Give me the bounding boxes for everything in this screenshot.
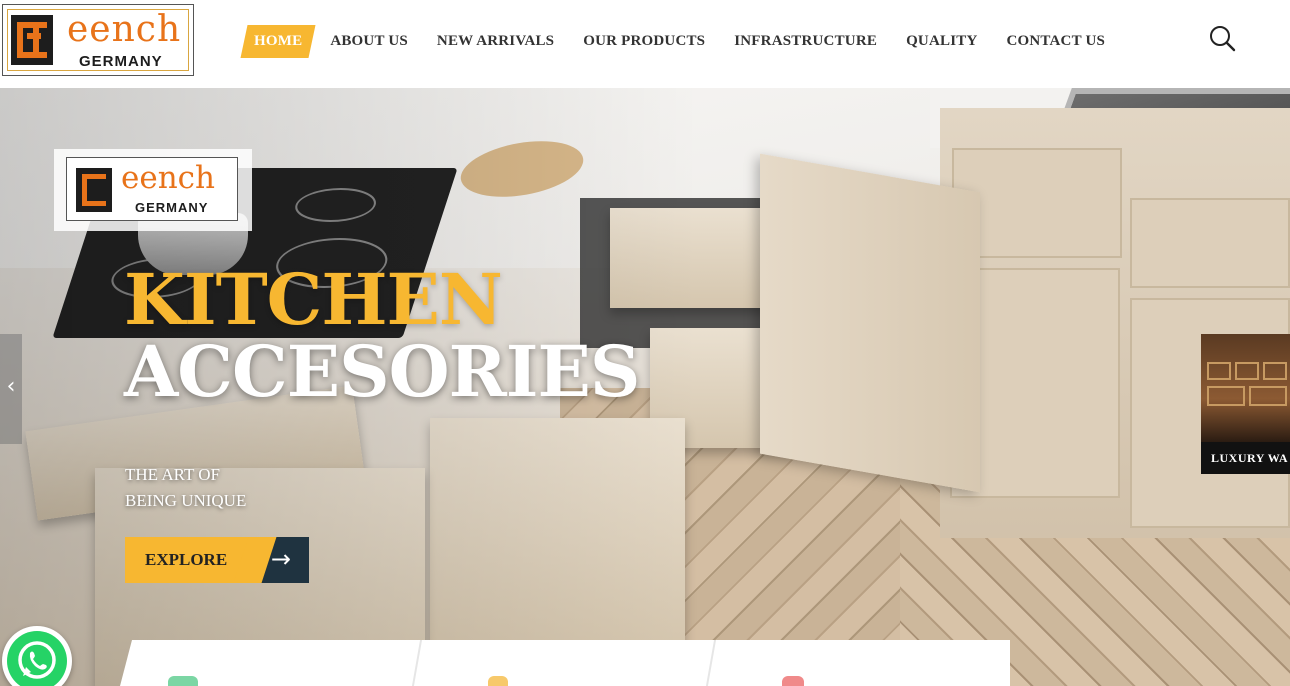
hero-slider: eench GERMANY KITCHEN ACCESORIES THE ART… (0, 88, 1290, 686)
explore-button-label: EXPLORE (125, 537, 255, 583)
hero-tagline-line2: BEING UNIQUE (125, 491, 247, 510)
nav-contact-us[interactable]: CONTACT US (1006, 33, 1105, 50)
feature-icon (782, 676, 804, 686)
feature-icon (168, 676, 198, 686)
next-slide-image (1201, 334, 1290, 442)
nav-infrastructure[interactable]: INFRASTRUCTURE (734, 33, 877, 50)
slider-next-thumbnail[interactable]: LUXURY WA (1201, 334, 1290, 474)
nav-home-label: HOME (254, 32, 303, 49)
whatsapp-chat-button[interactable] (2, 626, 72, 686)
logo-mark-icon (11, 15, 53, 65)
whatsapp-icon (7, 631, 67, 686)
hero-tagline: THE ART OF BEING UNIQUE (125, 462, 246, 514)
features-divider (411, 640, 423, 686)
nav-about-us[interactable]: ABOUT US (330, 33, 408, 50)
brand-logo[interactable]: eench GERMANY (2, 4, 194, 76)
hero-logo-mark-icon (76, 168, 112, 212)
hero-open-door (760, 153, 980, 493)
site-header: eench GERMANY HOME ABOUT US NEW ARRIVALS… (0, 0, 1290, 88)
nav-new-arrivals[interactable]: NEW ARRIVALS (437, 33, 554, 50)
feature-icon (488, 676, 508, 686)
nav-home[interactable]: HOME (240, 24, 316, 58)
hero-logo-word: eench (121, 160, 215, 196)
nav-quality[interactable]: QUALITY (906, 33, 977, 50)
logo-word-text: eench (67, 9, 182, 50)
next-slide-caption: LUXURY WA (1211, 451, 1289, 465)
logo-subtitle: GERMANY (79, 53, 163, 70)
search-icon[interactable] (1208, 24, 1236, 52)
hero-title-line2: ACCESORIES (124, 330, 640, 413)
hero-brand-logo: eench GERMANY (54, 149, 252, 231)
slider-prev-button[interactable]: ‹ (0, 334, 22, 444)
hero-title-line1: KITCHEN (124, 258, 503, 341)
nav-our-products[interactable]: OUR PRODUCTS (583, 33, 705, 50)
explore-button[interactable]: EXPLORE → (125, 537, 309, 583)
hero-logo-subtitle: GERMANY (135, 200, 209, 215)
logo-wordmark: eench (67, 9, 181, 50)
hero-tagline-line1: THE ART OF (125, 465, 221, 484)
features-divider (705, 640, 717, 686)
features-band (120, 640, 1010, 686)
main-nav: HOME ABOUT US NEW ARRIVALS OUR PRODUCTS … (240, 24, 1134, 58)
